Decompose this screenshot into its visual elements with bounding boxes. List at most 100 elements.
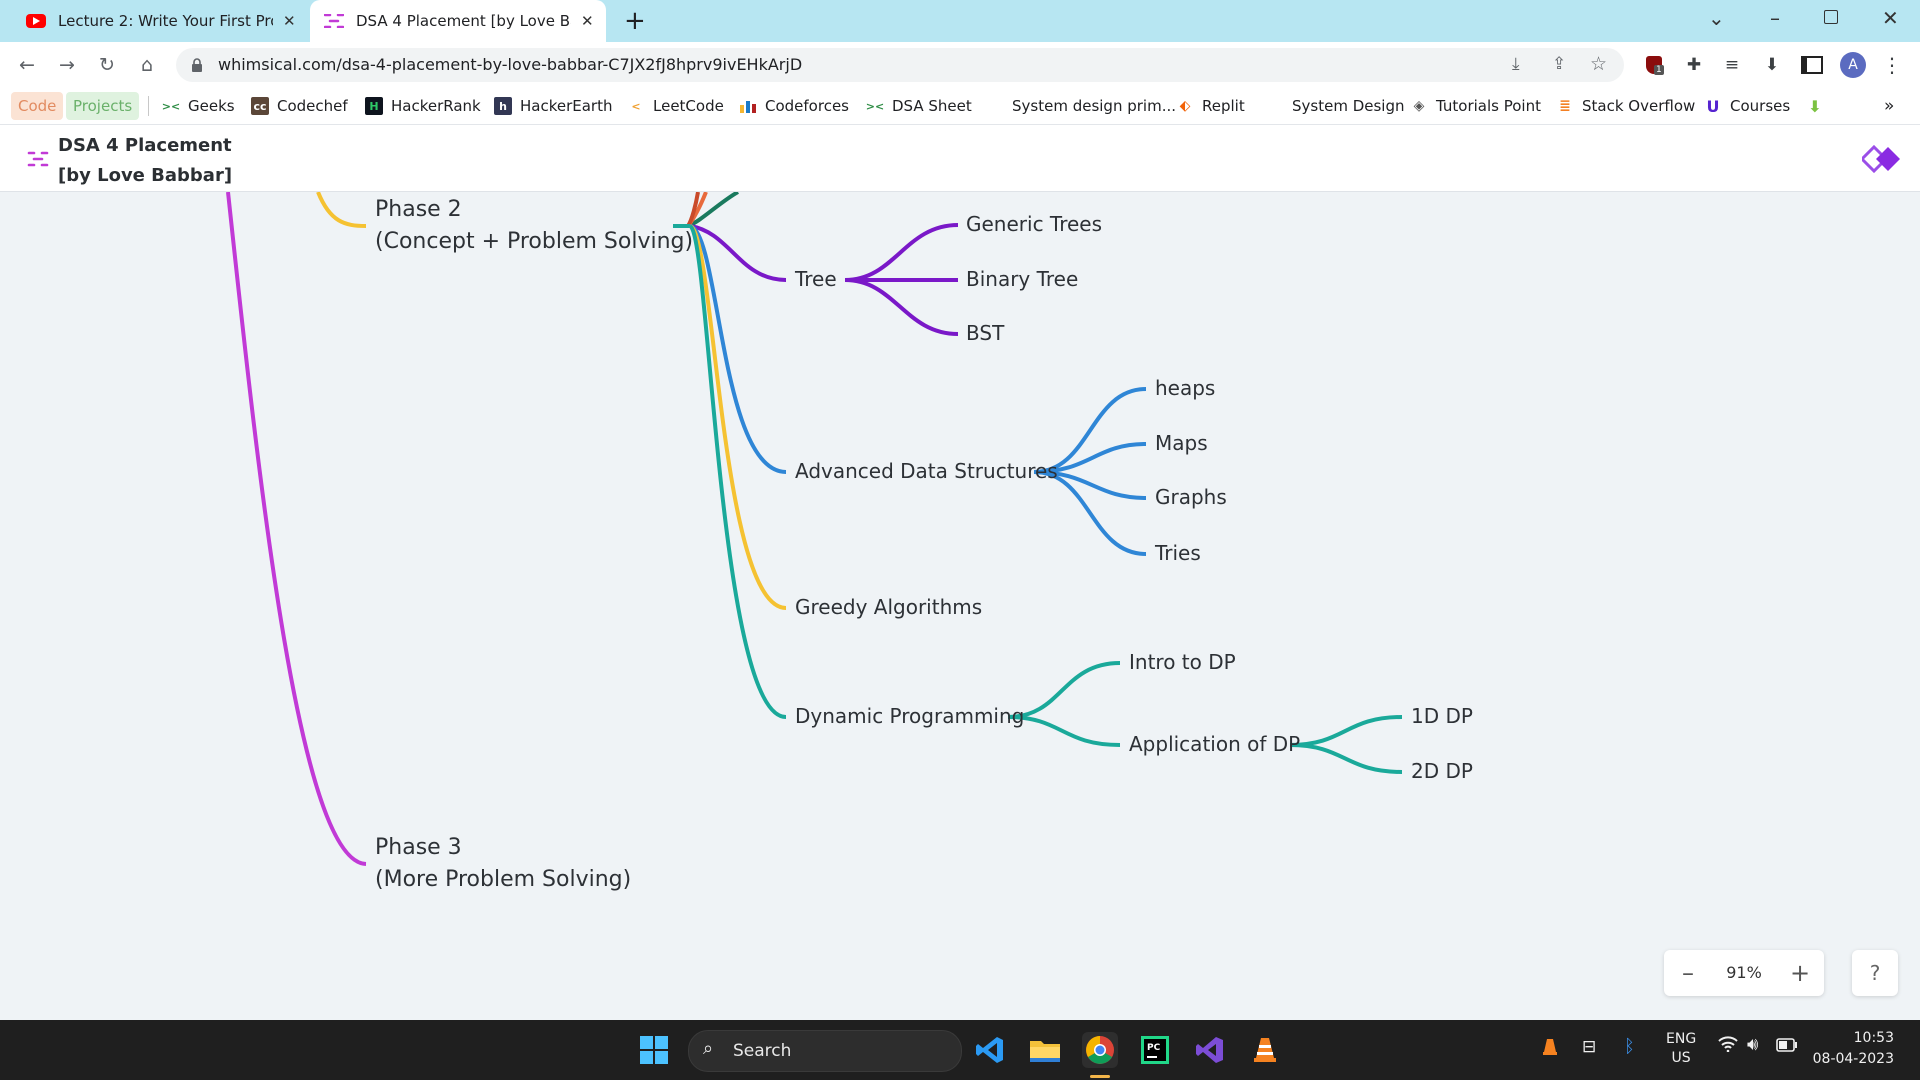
bookmark-label: HackerRank [391, 97, 481, 115]
bluetooth-icon[interactable]: ᛒ [1624, 1036, 1635, 1057]
node-intro-to-dp[interactable]: Intro to DP [1129, 650, 1236, 674]
bookmarks-overflow-button[interactable]: » [1884, 92, 1894, 120]
side-panel-icon[interactable] [1800, 53, 1824, 77]
new-tab-button[interactable]: + [624, 6, 646, 36]
language-indicator[interactable]: ENG US [1666, 1030, 1696, 1068]
ublock-extension-icon[interactable]: 1 [1642, 53, 1666, 77]
bookmark-label: Tutorials Point [1436, 97, 1541, 115]
tab-lecture-2[interactable]: Lecture 2: Write Your First Progra ✕ [14, 0, 304, 42]
tab-title: DSA 4 Placement [by Love Babba [356, 12, 571, 30]
bookmark-courses[interactable]: U Courses [1704, 92, 1791, 120]
chrome-icon[interactable] [1082, 1032, 1118, 1068]
visual-studio-icon[interactable] [1192, 1032, 1228, 1068]
bookmark-system-design-primer[interactable]: System design prim... [1012, 92, 1176, 120]
node-dynamic-programming[interactable]: Dynamic Programming [795, 704, 1024, 728]
menu-kebab-icon[interactable]: ⋮ [1880, 53, 1904, 77]
bookmark-geeks[interactable]: >< Geeks [162, 92, 235, 120]
close-tab-icon[interactable]: ✕ [283, 12, 296, 30]
vscode-icon[interactable] [972, 1032, 1008, 1068]
bookmark-codeforces[interactable]: Codeforces [739, 92, 849, 120]
gfg-icon: >< [161, 99, 181, 113]
whimsical-icon [324, 14, 344, 28]
node-heaps[interactable]: heaps [1155, 376, 1215, 400]
bookmark-replit[interactable]: ⬖ Replit [1176, 92, 1245, 120]
document-title[interactable]: DSA 4 Placement [by Love Babbar] [58, 131, 232, 191]
back-arrow-icon[interactable]: ← [14, 52, 40, 78]
vlc-tray-icon[interactable] [1542, 1038, 1558, 1060]
reading-list-icon[interactable]: ≡ [1720, 53, 1744, 77]
wifi-icon[interactable] [1718, 1036, 1738, 1057]
vlc-icon[interactable] [1247, 1032, 1283, 1068]
bookmark-label: Codechef [277, 97, 348, 115]
bookmark-label: HackerEarth [520, 97, 613, 115]
taskbar-search[interactable]: ⌕ Search [688, 1030, 962, 1072]
node-generic-trees[interactable]: Generic Trees [966, 212, 1102, 236]
cast-tray-icon[interactable]: ⊟ [1582, 1037, 1596, 1057]
bookmark-code[interactable]: Code [11, 92, 64, 120]
leetcode-icon: < [631, 99, 641, 113]
minimize-button[interactable]: – [1770, 6, 1780, 30]
install-app-icon[interactable]: ⤓ [1512, 54, 1520, 74]
extensions-puzzle-icon[interactable]: ✚ [1682, 53, 1706, 77]
connector-2d-dp [1289, 743, 1403, 774]
close-window-button[interactable]: ✕ [1882, 6, 1899, 30]
bookmark-projects[interactable]: Projects [66, 92, 140, 120]
tab-search-chevron-down-icon[interactable]: ⌄ [1708, 6, 1725, 30]
battery-icon[interactable] [1776, 1038, 1798, 1056]
address-bar[interactable]: whimsical.com/dsa-4-placement-by-love-ba… [176, 48, 1624, 82]
bookmark-label: Projects [73, 97, 133, 115]
bookmark-dsa-sheet[interactable]: >< DSA Sheet [866, 92, 972, 120]
tab-dsa-placement[interactable]: DSA 4 Placement [by Love Babba ✕ [310, 0, 606, 42]
bookmark-codechef[interactable]: cc Codechef [251, 92, 348, 120]
close-tab-icon[interactable]: ✕ [581, 12, 594, 30]
restore-button[interactable] [1824, 10, 1838, 24]
stackoverflow-icon: ≣ [1559, 98, 1571, 114]
node-greedy-algorithms[interactable]: Greedy Algorithms [795, 595, 982, 619]
volume-icon[interactable]: 🔊︎ [1747, 1034, 1758, 1055]
bookmark-star-icon[interactable]: ☆ [1590, 53, 1607, 75]
download-icon[interactable]: ⬇ [1760, 53, 1784, 77]
help-button[interactable]: ? [1852, 950, 1898, 996]
node-bst[interactable]: BST [966, 321, 1004, 345]
node-tries[interactable]: Tries [1155, 541, 1201, 565]
node-phase2-line2: (Concept + Problem Solving) [375, 229, 694, 254]
zoom-level[interactable]: 91% [1714, 963, 1774, 982]
bookmark-system-design[interactable]: System Design [1292, 92, 1405, 120]
node-phase2[interactable]: Phase 2 (Concept + Problem Solving) [375, 194, 693, 258]
bookmark-hackerearth[interactable]: h HackerEarth [494, 92, 613, 120]
file-explorer-icon[interactable] [1027, 1032, 1063, 1068]
node-application-of-dp[interactable]: Application of DP [1129, 732, 1300, 756]
node-graphs[interactable]: Graphs [1155, 485, 1227, 509]
node-1d-dp[interactable]: 1D DP [1411, 704, 1473, 728]
lock-icon[interactable] [192, 57, 202, 72]
home-icon[interactable]: ⌂ [134, 52, 160, 78]
mindmap-canvas[interactable]: Phase 2 (Concept + Problem Solving) Tree… [0, 192, 1920, 1020]
svg-text:PC: PC [1147, 1043, 1161, 1053]
connector-greedy [688, 224, 787, 610]
node-tree[interactable]: Tree [795, 267, 837, 291]
forward-arrow-icon[interactable]: → [54, 52, 80, 78]
url-text: whimsical.com/dsa-4-placement-by-love-ba… [218, 55, 803, 74]
whimsical-logo-icon[interactable] [27, 151, 49, 171]
clock[interactable]: 10:53 08-04-2023 [1806, 1028, 1894, 1070]
bookmark-tutorials-point[interactable]: ◈ Tutorials Point [1410, 92, 1541, 120]
share-icon[interactable]: ⇪ [1552, 54, 1566, 74]
bookmark-extension-arrow[interactable]: ⬇ [1806, 92, 1832, 120]
whimsical-diamond-icon[interactable] [1859, 144, 1900, 177]
reload-icon[interactable]: ↻ [94, 52, 120, 78]
bookmark-hackerrank[interactable]: H HackerRank [365, 92, 481, 120]
node-maps[interactable]: Maps [1155, 431, 1208, 455]
zoom-in-button[interactable]: + [1782, 956, 1818, 990]
windows-start-icon[interactable] [636, 1032, 672, 1068]
pycharm-icon[interactable]: PC [1137, 1032, 1173, 1068]
bookmark-leetcode[interactable]: < LeetCode [627, 92, 723, 120]
node-2d-dp[interactable]: 2D DP [1411, 759, 1473, 783]
node-advanced-data-structures[interactable]: Advanced Data Structures [795, 459, 1058, 483]
profile-avatar[interactable]: A [1840, 52, 1866, 78]
node-binary-tree[interactable]: Binary Tree [966, 267, 1078, 291]
bookmark-label: System design prim... [1012, 97, 1177, 115]
zoom-out-button[interactable]: – [1670, 956, 1706, 990]
udemy-icon: U [1706, 96, 1720, 116]
bookmark-stack-overflow[interactable]: ≣ Stack Overflow [1556, 92, 1695, 120]
node-phase3[interactable]: Phase 3 (More Problem Solving) [375, 832, 631, 896]
